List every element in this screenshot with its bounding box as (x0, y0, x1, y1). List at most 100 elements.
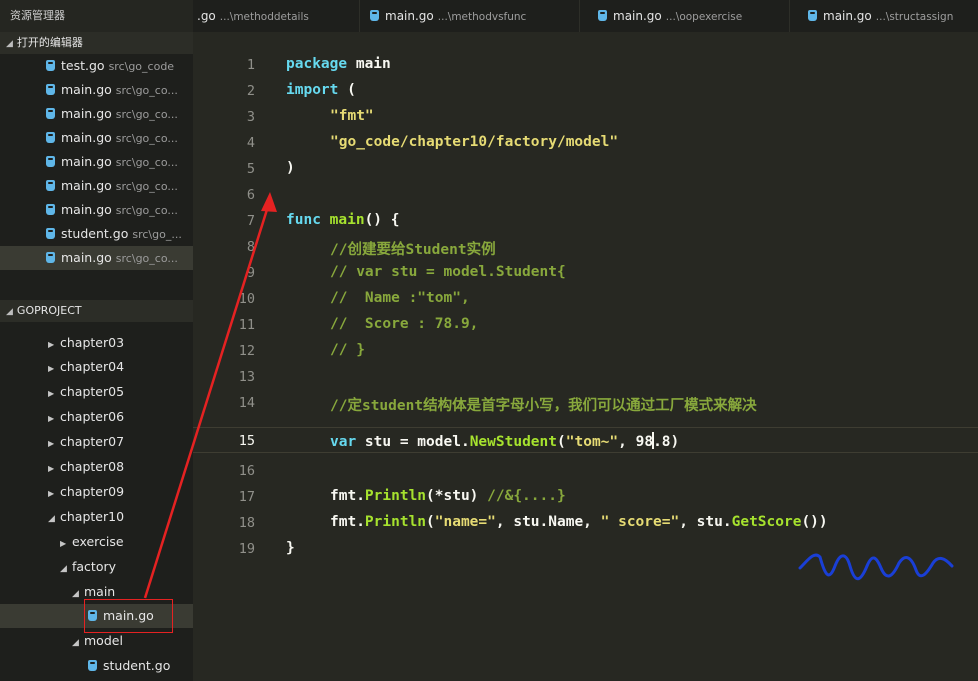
open-editor-item[interactable]: main.go src\go_co... (0, 126, 193, 150)
function-name-token: Println (364, 488, 427, 504)
folder-label: chapter04 (60, 359, 125, 374)
folder-exercise[interactable]: ▶ exercise (0, 530, 193, 554)
open-editor-item[interactable]: main.go src\go_co... (0, 150, 193, 174)
go-file-icon (46, 228, 55, 239)
tab-path: ...\methoddetails (219, 11, 309, 23)
code-line-2: import ( (286, 82, 356, 98)
folder-chapter06[interactable]: ▶ chapter06 (0, 405, 193, 429)
line-number: 17 (238, 489, 255, 505)
open-editor-filename: main.go (61, 178, 112, 193)
tab-bar: .go ...\methoddetails main.go ...\methodvs… (193, 0, 978, 32)
line-number: 9 (246, 265, 255, 281)
collapse-triangle-icon: ◢ (48, 514, 55, 524)
code-text: , 98 (618, 434, 654, 450)
tab-filename: main.go (823, 9, 872, 23)
open-editor-item[interactable]: main.go src\go_co... (0, 78, 193, 102)
go-file-icon (46, 132, 55, 143)
code-line-4: "go_code/chapter10/factory/model" (330, 134, 618, 150)
folder-chapter07[interactable]: ▶ chapter07 (0, 430, 193, 454)
expand-triangle-icon: ▶ (48, 464, 55, 473)
code-text: ()) (801, 514, 828, 530)
tab-structassign[interactable]: main.go ...\structassign (790, 0, 978, 32)
code-line-15: var stu = model.NewStudent("tom~", 98.8) (330, 432, 679, 450)
project-header[interactable]: ◢ GOPROJECT (0, 300, 193, 322)
line-number: 11 (238, 317, 255, 333)
open-editors-header[interactable]: ◢ 打开的编辑器 (0, 32, 193, 54)
collapse-triangle-icon: ◢ (72, 638, 79, 648)
folder-chapter09[interactable]: ▶ chapter09 (0, 480, 193, 504)
open-editor-item[interactable]: student.go src\go_... (0, 222, 193, 246)
open-editor-filename: main.go (61, 106, 112, 121)
go-file-icon (46, 84, 55, 95)
folder-label: chapter07 (60, 434, 125, 449)
open-editor-path: src\go_co... (115, 204, 178, 217)
tab-path: ...\oopexercise (665, 11, 743, 23)
keyword-token: var (330, 434, 357, 450)
code-text: main (347, 56, 391, 72)
code-line-14: //定student结构体是首字母小写，我们可以通过工厂模式来解决 (330, 394, 757, 415)
code-line-3: "fmt" (330, 108, 374, 124)
expand-triangle-icon: ▶ (48, 389, 55, 398)
tab-methoddetails[interactable]: .go ...\methoddetails (193, 0, 360, 32)
code-text: (*stu) (426, 488, 488, 504)
open-editor-item-active[interactable]: main.go src\go_co... (0, 246, 193, 270)
go-file-icon (808, 10, 817, 21)
open-editor-filename: main.go (61, 154, 112, 169)
tab-filename: .go (197, 9, 216, 23)
tab-path: ...\structassign (875, 11, 954, 23)
line-number: 7 (246, 213, 255, 229)
code-editor[interactable]: 1 2 3 4 5 6 7 8 9 10 11 12 13 14 15 16 1… (193, 32, 978, 681)
go-file-icon (88, 660, 97, 671)
line-number: 18 (238, 515, 255, 531)
code-text: , stu. (679, 514, 732, 530)
tab-filename: main.go (385, 9, 434, 23)
comment-token: //创建要给Student实例 (330, 242, 496, 258)
go-file-icon (46, 204, 55, 215)
line-number: 16 (238, 463, 255, 479)
go-file-icon (46, 156, 55, 167)
open-editor-item[interactable]: main.go src\go_co... (0, 102, 193, 126)
code-line-9: // var stu = model.Student{ (330, 264, 566, 280)
open-editor-path: src\go_code (108, 60, 175, 73)
open-editor-item[interactable]: main.go src\go_co... (0, 174, 193, 198)
code-text: () { (364, 212, 400, 228)
folder-chapter04[interactable]: ▶ chapter04 (0, 355, 193, 379)
open-editor-filename: main.go (61, 250, 112, 265)
code-text: .8) (653, 434, 680, 450)
open-editor-filename: student.go (61, 226, 129, 241)
folder-chapter10[interactable]: ◢ chapter10 (0, 505, 193, 529)
folder-chapter05[interactable]: ▶ chapter05 (0, 380, 193, 404)
string-token: "fmt" (330, 108, 374, 124)
line-number: 3 (246, 109, 255, 125)
file-label: student.go (103, 658, 171, 673)
line-number: 19 (238, 541, 255, 557)
open-editors-label: 打开的编辑器 (16, 36, 83, 49)
code-line-8: //创建要给Student实例 (330, 238, 496, 259)
collapse-triangle-icon: ◢ (72, 589, 79, 599)
folder-label: model (84, 633, 123, 648)
open-editor-item[interactable]: main.go src\go_co... (0, 198, 193, 222)
open-editor-path: src\go_co... (115, 132, 178, 145)
line-number-current: 15 (238, 433, 255, 449)
tab-filename: main.go (613, 9, 662, 23)
project-label: GOPROJECT (16, 304, 82, 317)
open-editor-filename: main.go (61, 202, 112, 217)
expand-triangle-icon: ▶ (48, 364, 55, 373)
folder-label: main (84, 584, 116, 599)
tab-oopexercise[interactable]: main.go ...\oopexercise (580, 0, 790, 32)
folder-factory[interactable]: ◢ factory (0, 555, 193, 579)
go-file-icon (370, 10, 379, 21)
line-number: 10 (238, 291, 255, 307)
open-editor-item[interactable]: test.go src\go_code (0, 54, 193, 78)
tab-path: ...\methodvsfunc (437, 11, 527, 23)
folder-chapter08[interactable]: ▶ chapter08 (0, 455, 193, 479)
expand-triangle-icon: ▶ (48, 439, 55, 448)
expand-triangle-icon: ▶ (48, 414, 55, 423)
function-name-token: Println (364, 514, 427, 530)
folder-chapter03[interactable]: ▶ chapter03 (0, 331, 193, 355)
open-editor-filename: main.go (61, 130, 112, 145)
folder-label: factory (72, 559, 117, 574)
open-editor-path: src\go_co... (115, 180, 178, 193)
tab-methodvsfunc[interactable]: main.go ...\methodvsfunc (360, 0, 580, 32)
file-student-go[interactable]: student.go (0, 654, 193, 678)
